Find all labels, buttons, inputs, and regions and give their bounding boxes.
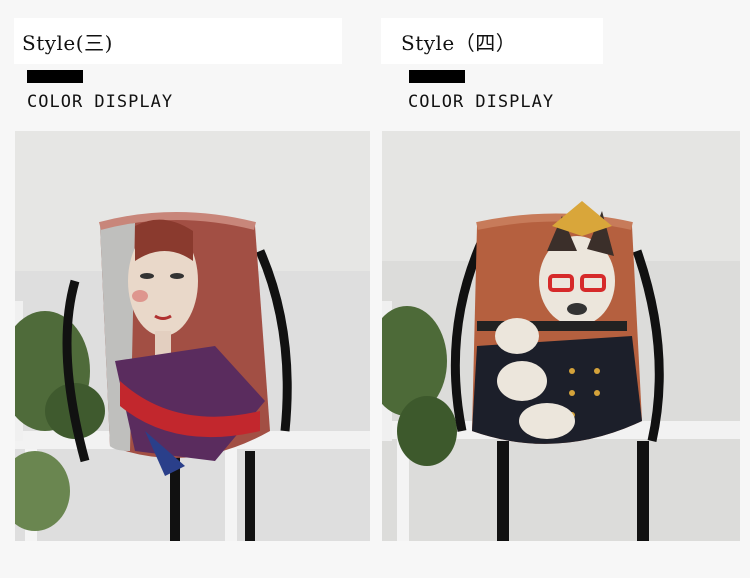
- backpack-dog-illustration: [382, 131, 740, 541]
- decorative-bar: [27, 70, 83, 83]
- backpack-woman-illustration: [15, 131, 370, 541]
- style-title-box: Style（四）: [381, 18, 603, 64]
- color-display-label: COLOR DISPLAY: [27, 92, 174, 112]
- style-title: Style(三): [22, 30, 113, 55]
- style-title: Style（四）: [401, 30, 517, 55]
- style-4-panel: Style（四） COLOR DISPLAY: [375, 0, 745, 578]
- style-3-panel: Style(三) COLOR DISPLAY: [0, 0, 370, 578]
- product-photo-style-3: [15, 131, 370, 541]
- style-title-box: Style(三): [14, 18, 342, 64]
- decorative-bar: [409, 70, 465, 83]
- product-photo-style-4: [382, 131, 740, 541]
- color-display-label: COLOR DISPLAY: [408, 92, 555, 112]
